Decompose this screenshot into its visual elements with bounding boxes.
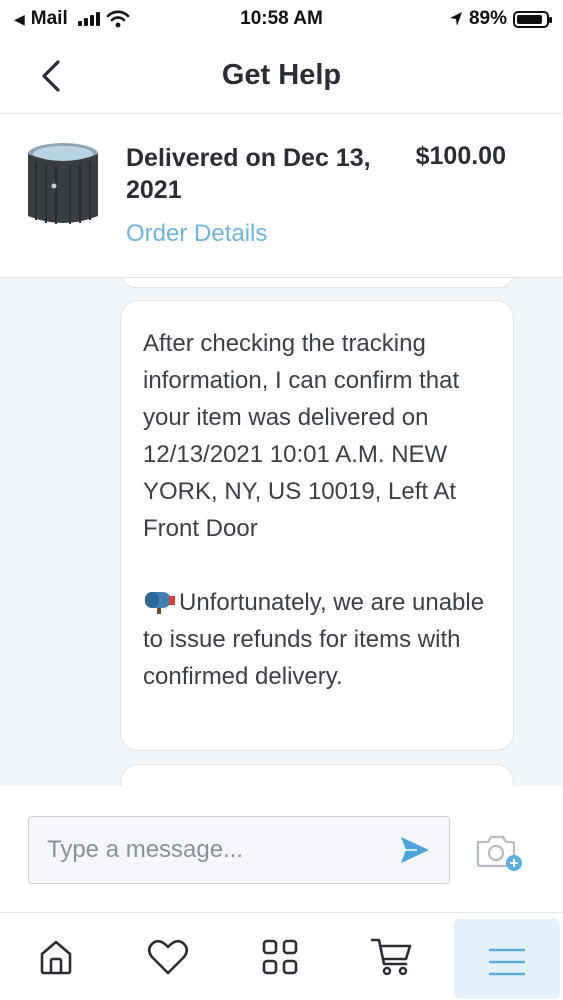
next-message-bubble [120, 764, 514, 786]
battery-percent: 89% [468, 8, 507, 29]
order-price: $100.00 [415, 142, 506, 170]
chat-thread[interactable]: After checking the tracking information,… [0, 278, 563, 786]
battery-icon [513, 10, 552, 28]
message-text-refund: Unfortunately, we are unable to issue re… [143, 584, 493, 695]
send-icon[interactable] [399, 835, 431, 865]
location-arrow-icon [449, 12, 462, 26]
message-input[interactable] [47, 836, 377, 864]
back-app-label: Mail [30, 8, 68, 29]
message-bubble: After checking the tracking information,… [120, 300, 514, 751]
bottom-nav [0, 912, 563, 1000]
back-to-app[interactable]: ◀ Mail [14, 8, 130, 30]
cart-icon [370, 938, 412, 976]
cellular-signal-icon [77, 12, 100, 26]
message-text: After checking the tracking information,… [143, 330, 460, 542]
product-thumbnail [28, 143, 98, 224]
status-bar: ◀ Mail 10:58 AM 89% [0, 0, 563, 38]
nav-home[interactable] [34, 935, 78, 979]
home-icon [40, 940, 72, 975]
nav-cart[interactable] [370, 935, 414, 979]
back-triangle-icon: ◀ [14, 10, 25, 27]
battery-fill [517, 14, 542, 24]
page-title: Get Help [221, 59, 342, 91]
mailbox-icon [145, 592, 175, 614]
previous-message-bubble [120, 278, 514, 288]
nav-menu[interactable] [454, 919, 560, 999]
back-button[interactable] [34, 58, 68, 94]
categories-icon [262, 939, 298, 975]
nav-categories[interactable] [258, 935, 302, 979]
nav-wishlist[interactable] [146, 935, 190, 979]
heart-icon [147, 939, 189, 975]
wifi-icon [106, 10, 130, 28]
chevron-left-icon [42, 60, 60, 92]
delivery-status: Delivered on Dec 13, 2021 [126, 144, 371, 204]
header: Get Help [0, 38, 563, 114]
order-details-link[interactable]: Order Details [126, 220, 267, 248]
camera-add-icon[interactable] [474, 832, 524, 872]
refund-text: Unfortunately, we are unable to issue re… [143, 589, 485, 690]
message-input-box[interactable] [28, 816, 450, 884]
order-summary: Delivered on Dec 13, 2021 $100.00 Order … [0, 114, 563, 278]
menu-icon [488, 948, 526, 976]
composer [0, 786, 563, 912]
